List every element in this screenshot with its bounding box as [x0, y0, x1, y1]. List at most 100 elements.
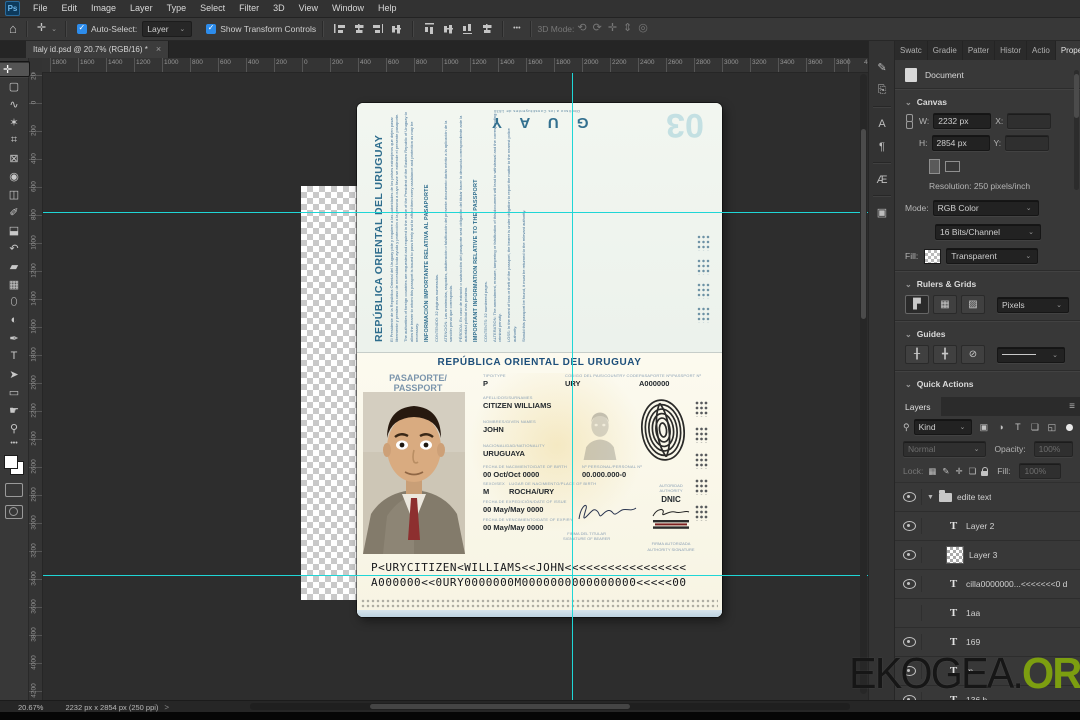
filter-toggle[interactable] [1066, 423, 1073, 431]
visibility-toggle[interactable] [901, 576, 922, 592]
lock-transparency-icon[interactable]: ▦ [928, 466, 936, 477]
history-brush-tool[interactable]: ↶ [3, 239, 25, 257]
layer-row[interactable]: T 1aa [895, 599, 1080, 628]
panel-tab-actio[interactable]: Actio [1027, 40, 1056, 60]
guide-horizontal[interactable] [42, 212, 868, 213]
panel-scrollbar[interactable] [1074, 70, 1079, 190]
zoom-tool[interactable]: ⚲ [3, 419, 25, 437]
auto-select-target-dropdown[interactable]: Layer ⌄ [142, 20, 193, 37]
libraries-panel-icon[interactable]: ▣ [872, 203, 892, 222]
align-left-button[interactable] [334, 24, 346, 33]
chevron-down-icon[interactable]: ▼ [927, 494, 934, 501]
3d-slide-icon[interactable]: ⇕ [620, 23, 635, 34]
width-input[interactable]: 2232 px [933, 113, 992, 129]
layer-row[interactable]: T Layer 2 [895, 512, 1080, 541]
eyedropper-tool[interactable]: ◉ [3, 167, 25, 185]
crop-tool[interactable]: ⌗ [3, 131, 25, 149]
distribute-vertical-button[interactable] [444, 23, 454, 34]
color-swatches[interactable] [4, 455, 24, 475]
align-middle-button[interactable] [392, 23, 402, 34]
status-chevron-icon[interactable]: > [164, 703, 169, 712]
3d-drag-icon[interactable]: ✛ [605, 23, 620, 34]
scrollbar-thumb[interactable] [370, 704, 630, 709]
menu-filter[interactable]: Filter [232, 0, 266, 17]
ruler-units-dropdown[interactable]: Pixels ⌄ [997, 296, 1069, 313]
layer-row[interactable]: T 169 [895, 628, 1080, 657]
vertical-scrollbar[interactable] [860, 74, 867, 694]
vertical-ruler[interactable]: 200 0 200 400 600 800 1000 1200 1400 1600 1800 2000… [28, 72, 43, 700]
frame-tool[interactable]: ⊠ [3, 149, 25, 167]
3d-roll-icon[interactable]: ⟳ [590, 23, 605, 34]
toggle-grid-icon[interactable]: ▦ [933, 295, 957, 314]
foreground-color-swatch[interactable] [4, 455, 18, 469]
hand-tool[interactable]: ☛ [3, 401, 25, 419]
clear-guides-icon[interactable]: ⊘ [961, 345, 985, 364]
guide-layout-icon[interactable]: ╋ [933, 345, 957, 364]
home-icon[interactable]: ⌂ [6, 22, 20, 35]
rulers-grids-section-header[interactable]: ⌄ Rulers & Grids [895, 274, 1080, 291]
align-center-horizontal-button[interactable] [353, 24, 365, 33]
show-transform-checkbox[interactable] [206, 23, 217, 34]
brush-settings-icon[interactable]: ✎ [872, 58, 892, 77]
lock-position-icon[interactable]: ✛ [955, 466, 962, 477]
layer-row[interactable]: Layer 3 [895, 541, 1080, 570]
clone-source-icon[interactable]: ⎘ [872, 81, 892, 100]
type-tool[interactable]: T [3, 347, 25, 365]
photoshop-logo-icon[interactable]: Ps [5, 1, 20, 16]
quick-actions-section-header[interactable]: ⌄ Quick Actions [895, 374, 1080, 391]
panel-menu-icon[interactable]: ≡ [1063, 397, 1080, 416]
eraser-tool[interactable]: ▰ [3, 257, 25, 275]
quick-selection-tool[interactable]: ✶ [3, 113, 25, 131]
panel-tab-swatc[interactable]: Swatc [895, 40, 928, 60]
filter-shape-icon[interactable]: ❏ [1027, 420, 1042, 434]
panel-tab-properties[interactable]: Properties [1055, 40, 1080, 60]
pen-tool[interactable]: ✒ [3, 329, 25, 347]
scrollbar-thumb[interactable] [861, 129, 866, 319]
shape-tool[interactable]: ▭ [3, 383, 25, 401]
panel-tab-gradie[interactable]: Gradie [928, 40, 963, 60]
menu-window[interactable]: Window [325, 0, 371, 17]
toggle-transparency-icon[interactable]: ▨ [961, 295, 985, 314]
more-options-icon[interactable]: ••• [510, 25, 523, 32]
clone-stamp-tool[interactable]: ⬓ [3, 221, 25, 239]
visibility-toggle[interactable] [901, 663, 922, 679]
panel-tab-histor[interactable]: Histor [995, 40, 1028, 60]
edit-toolbar-icon[interactable]: ••• [10, 440, 17, 447]
menu-type[interactable]: Type [160, 0, 194, 17]
orientation-portrait-button[interactable] [929, 159, 940, 174]
bit-depth-dropdown[interactable]: 16 Bits/Channel ⌄ [935, 224, 1041, 240]
auto-select-checkbox[interactable] [76, 23, 87, 34]
guide-horizontal[interactable] [42, 575, 868, 576]
document-properties-row[interactable]: Document [895, 64, 1080, 86]
filter-adjustment-icon[interactable]: ◑ [993, 420, 1008, 434]
canvas-area[interactable]: REPÚBLICA ORIENTAL DEL URUGUAY El Presid… [42, 72, 868, 700]
visibility-toggle[interactable] [901, 547, 922, 563]
menu-layer[interactable]: Layer [123, 0, 160, 17]
path-selection-tool[interactable]: ➤ [3, 365, 25, 383]
menu-3d[interactable]: 3D [266, 0, 292, 17]
guide-vertical[interactable] [572, 72, 573, 700]
zoom-level[interactable]: 20.67% [18, 703, 43, 712]
layer-filter-dropdown[interactable]: Kind ⌄ [913, 419, 973, 435]
dodge-tool[interactable]: ◐ [3, 311, 25, 329]
filter-pixel-icon[interactable]: ▣ [976, 420, 991, 434]
document-tab[interactable]: Italy id.psd @ 20.7% (RGB/16) * × [26, 40, 170, 58]
close-icon[interactable]: × [156, 44, 161, 54]
glyphs-panel-icon[interactable]: Æ [872, 170, 892, 189]
filter-type-icon[interactable]: T [1010, 420, 1025, 434]
layer-row[interactable]: Tcilla0000000...<<<<<<<0 d [895, 570, 1080, 599]
layer-row[interactable]: Tm [895, 657, 1080, 686]
quick-mask-button[interactable] [5, 483, 23, 497]
menu-view[interactable]: View [292, 0, 325, 17]
filter-smart-object-icon[interactable]: ◱ [1044, 420, 1059, 434]
visibility-toggle[interactable] [901, 634, 922, 650]
guide-style-dropdown[interactable]: ⌄ [997, 346, 1065, 363]
3d-camera-icon[interactable]: ◎ [635, 23, 651, 34]
layers-tab[interactable]: Layers [895, 397, 941, 416]
distribute-horizontal-button[interactable] [481, 24, 493, 33]
visibility-toggle[interactable] [901, 489, 922, 505]
lasso-tool[interactable]: ∿ [3, 95, 25, 113]
move-tool-preset-icon[interactable]: ✛ [34, 23, 49, 34]
layer-row[interactable]: ▼ edite text [895, 483, 1080, 512]
marquee-tool[interactable]: ▢ [3, 77, 25, 95]
